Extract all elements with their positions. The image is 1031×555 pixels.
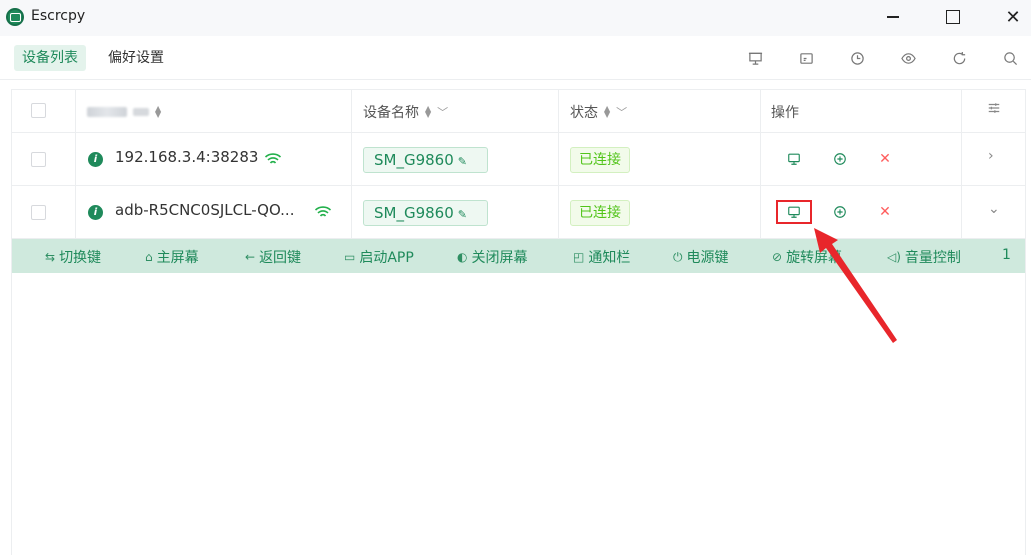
blurred-header-label [87, 107, 127, 117]
sort-icon[interactable]: ▲ ▼ [425, 105, 431, 119]
record-button[interactable] [831, 150, 849, 168]
header-actions-label: 操作 [771, 105, 799, 121]
volume-icon: ◁) [887, 250, 901, 264]
minimize-button[interactable] [870, 2, 916, 32]
status-badge: 已连接 [570, 147, 630, 173]
action-label: 音量控制 [904, 250, 961, 266]
edit-icon[interactable]: ✎ [458, 208, 467, 221]
history-icon[interactable] [848, 49, 866, 67]
header-status-label: 状态 [570, 105, 598, 121]
more-actions-button[interactable]: 1 [1002, 247, 1011, 263]
notification-bar-button[interactable]: ◰ 通知栏 [573, 247, 630, 267]
collapse-chevron-icon[interactable]: ⌄ [988, 201, 1000, 217]
table-row: i 192.168.3.4:38283 SM_G9860 ✎ 已连接 ✕ › [12, 133, 1025, 186]
table-header: ▲ ▼ 设备名称 ▲ ▼ ﹀ 状态 ▲ ▼ ﹀ 操作 [12, 90, 1025, 133]
action-label: 主屏幕 [156, 250, 199, 266]
action-label: 关闭屏幕 [471, 250, 528, 266]
refresh-icon[interactable] [950, 49, 968, 67]
info-icon[interactable]: i [88, 152, 103, 167]
mirror-screen-button[interactable] [785, 150, 803, 168]
rotate-icon: ⊘ [772, 250, 783, 264]
title-bar: Escrcpy ✕ [0, 0, 1031, 36]
switch-icon: ⇆ [45, 250, 56, 264]
disconnect-button[interactable]: ✕ [876, 150, 894, 168]
wifi-icon [314, 206, 332, 217]
header-device-id[interactable]: ▲ ▼ [87, 105, 161, 119]
mirror-screen-button[interactable] [785, 203, 803, 221]
record-button[interactable] [831, 203, 849, 221]
sort-icon[interactable]: ▲ ▼ [155, 105, 161, 119]
blurred-header-label [133, 108, 149, 116]
device-name-tag[interactable]: SM_G9860 ✎ [363, 147, 488, 173]
home-screen-button[interactable]: ⌂ 主屏幕 [145, 247, 199, 267]
table-row: i adb-R5CNC0SJLCL-QO... SM_G9860 ✎ 已连接 ✕ … [12, 186, 1025, 239]
home-icon: ⌂ [145, 250, 153, 264]
notification-icon: ◰ [573, 250, 585, 264]
status-badge: 已连接 [570, 200, 630, 226]
device-name-label: SM_G9860 [374, 204, 454, 222]
info-icon[interactable]: i [88, 205, 103, 220]
header-status[interactable]: 状态 ▲ ▼ ﹀ [570, 102, 627, 122]
back-arrow-icon: ← [245, 250, 256, 264]
app-icon: ▭ [344, 250, 356, 264]
device-name-label: SM_G9860 [374, 151, 454, 169]
action-label: 1 [1002, 247, 1011, 263]
screen-off-icon: ◐ [457, 250, 468, 264]
action-label: 返回键 [259, 250, 302, 266]
turn-off-screen-button[interactable]: ◐ 关闭屏幕 [457, 247, 527, 267]
presentation-icon[interactable] [746, 49, 764, 67]
back-key-button[interactable]: ← 返回键 [245, 247, 301, 267]
tab-preferences[interactable]: 偏好设置 [100, 45, 172, 71]
eye-icon[interactable] [899, 49, 917, 67]
expand-chevron-icon[interactable]: › [988, 148, 994, 164]
device-name-tag[interactable]: SM_G9860 ✎ [363, 200, 488, 226]
filter-icon[interactable]: ﹀ [437, 104, 448, 120]
tab-device-list[interactable]: 设备列表 [14, 45, 86, 71]
power-icon: ⏻ [673, 249, 683, 264]
header-device-name-label: 设备名称 [363, 105, 419, 121]
action-label: 电源键 [686, 250, 729, 266]
action-label: 旋转屏幕 [786, 250, 843, 266]
search-icon[interactable] [1001, 49, 1019, 67]
cast-icon[interactable] [797, 49, 815, 67]
launch-app-button[interactable]: ▭ 启动APP [344, 247, 414, 267]
action-label: 启动APP [359, 250, 414, 266]
action-label: 通知栏 [588, 250, 631, 266]
close-window-button[interactable]: ✕ [990, 2, 1031, 32]
main-tabs: 设备列表 偏好设置 [0, 36, 1031, 80]
wifi-icon [264, 153, 282, 164]
filter-icon[interactable]: ﹀ [616, 104, 627, 120]
window-title: Escrcpy [31, 8, 86, 24]
volume-control-button[interactable]: ◁) 音量控制 [887, 247, 961, 267]
header-device-name[interactable]: 设备名称 ▲ ▼ ﹀ [363, 102, 448, 122]
power-key-button[interactable]: ⏻ 电源键 [673, 247, 729, 267]
column-settings-icon[interactable] [987, 101, 1001, 115]
sort-icon[interactable]: ▲ ▼ [604, 105, 610, 119]
select-all-checkbox[interactable] [31, 103, 46, 118]
switch-key-button[interactable]: ⇆ 切换键 [45, 247, 101, 267]
device-address: 192.168.3.4:38283 [115, 148, 259, 166]
device-table: ▲ ▼ 设备名称 ▲ ▼ ﹀ 状态 ▲ ▼ ﹀ 操作 i 192.168.3.4:38… [11, 89, 1026, 555]
app-logo-icon [6, 8, 24, 26]
maximize-button[interactable] [930, 2, 976, 32]
device-action-bar: ⇆ 切换键 ⌂ 主屏幕 ← 返回键 ▭ 启动APP ◐ 关闭屏幕 ◰ 通知栏 ⏻ 电源键 ⊘ 旋… [12, 239, 1025, 273]
rotate-screen-button[interactable]: ⊘ 旋转屏幕 [772, 247, 842, 267]
edit-icon[interactable]: ✎ [458, 155, 467, 168]
device-address: adb-R5CNC0SJLCL-QO... [115, 201, 295, 219]
header-actions: 操作 [771, 102, 799, 122]
disconnect-button[interactable]: ✕ [876, 203, 894, 221]
action-label: 切换键 [59, 250, 102, 266]
row-checkbox[interactable] [31, 152, 46, 167]
row-checkbox[interactable] [31, 205, 46, 220]
